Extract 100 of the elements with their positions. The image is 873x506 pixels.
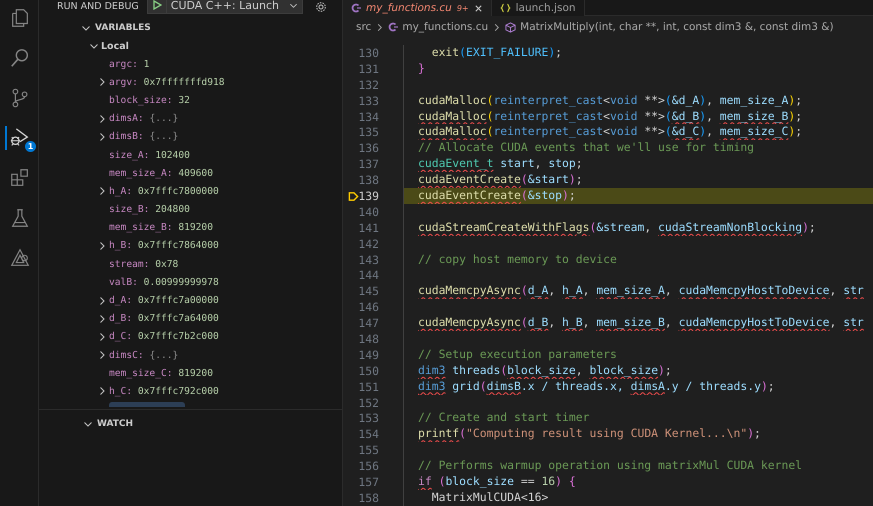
- variable-entry[interactable]: h_C: 0x7fffc792c000: [109, 386, 219, 397]
- variable-entry[interactable]: mem_size_C: 819200: [109, 368, 213, 379]
- line-number: 141: [358, 220, 379, 235]
- line-number: 148: [358, 332, 379, 346]
- code-line: // Allocate CUDA events that we'll use for timing: [403, 140, 873, 156]
- chevron-icon[interactable]: [97, 114, 107, 124]
- variable-entry[interactable]: size_B: 204800: [109, 204, 190, 216]
- line-number: 138: [358, 173, 379, 188]
- line-number: 139: [358, 188, 379, 203]
- line-number: 155: [358, 443, 379, 458]
- code-line: // Performs warmup operation using matrixMul CUDA kernel: [403, 458, 873, 474]
- scope-label: Local: [101, 40, 129, 52]
- variable-entry[interactable]: valB: 0.00999999978: [109, 276, 219, 288]
- line-number: 135: [358, 125, 379, 140]
- line-number: 137: [358, 157, 379, 172]
- line-number: 131: [358, 62, 379, 76]
- code-line: MatrixMulCUDA<16>: [403, 490, 873, 506]
- line-number: 151: [358, 380, 379, 394]
- variable-entry[interactable]: dimsB: {...}: [109, 131, 178, 142]
- variable-entry[interactable]: d_B: 0x7fffc7a64000: [109, 313, 219, 324]
- chevron-icon[interactable]: [97, 386, 107, 396]
- variable-entry[interactable]: argc: 1: [109, 58, 150, 70]
- variable-entry[interactable]: block_size: 32: [109, 94, 190, 106]
- launch-config-picker[interactable]: CUDA C++: Launch: [146, 0, 303, 14]
- line-number: 157: [358, 474, 379, 489]
- variable-entry[interactable]: stream: 0x78: [109, 258, 178, 270]
- code-line: cudaMalloc(reinterpret_cast<void **>(&d_C), mem_size_C);: [403, 124, 873, 140]
- chevron-icon[interactable]: [97, 350, 107, 360]
- line-number: 149: [358, 348, 379, 362]
- close-icon[interactable]: [474, 4, 483, 12]
- chevron-icon[interactable]: [81, 23, 91, 33]
- chevron-icon[interactable]: [97, 332, 107, 342]
- line-number: 136: [358, 141, 379, 156]
- scrollbar-thumb[interactable]: [109, 402, 185, 407]
- variable-entry[interactable]: h_B: 0x7fffc7864000: [109, 240, 219, 252]
- line-number: 146: [358, 300, 379, 314]
- code-line: cudaStreamCreateWithFlags(&stream, cudaStreamNonBlocking);: [403, 220, 873, 236]
- variable-entry[interactable]: h_A: 0x7fffc7800000: [109, 186, 219, 197]
- chevron-icon[interactable]: [97, 240, 107, 251]
- code-line: exit(EXIT_FAILURE);: [403, 45, 873, 61]
- code-line: // Setup execution parameters: [403, 346, 873, 363]
- play-icon[interactable]: [152, 0, 162, 10]
- config-name: CUDA C++: Launch: [166, 0, 302, 13]
- line-number: 150: [358, 364, 379, 378]
- code-line: if (block_size == 16) {: [403, 474, 873, 490]
- code-line: dim3 threads(block_size, block_size);: [403, 362, 873, 379]
- line-number: 153: [358, 411, 379, 426]
- variable-entry[interactable]: size_A: 102400: [109, 150, 190, 161]
- line-number: 132: [358, 78, 379, 92]
- line-number: 134: [358, 110, 379, 124]
- chevron-right-icon: [492, 22, 502, 32]
- line-number: 143: [358, 252, 379, 267]
- c-file-icon: [351, 3, 361, 13]
- breadcrumb-item[interactable]: my_functions.cu: [402, 21, 488, 33]
- line-number: 133: [358, 94, 379, 108]
- line-number: 142: [358, 236, 379, 251]
- code-line: dim3 grid(dimsB.x / threads.x, dimsA.y / threads.y);: [403, 378, 873, 395]
- code-line: cudaMemcpyAsync(d_A, h_A, mem_size_A, cudaMemcpyHostToDevice, str: [403, 283, 873, 300]
- breadcrumb-item[interactable]: src: [356, 21, 372, 33]
- section-title: VARIABLES: [95, 23, 151, 33]
- code-line: printf("Computing result using CUDA Kernel...\n");: [403, 426, 873, 442]
- chevron-icon[interactable]: [97, 314, 107, 324]
- line-number: 144: [358, 268, 379, 282]
- line-number: 140: [358, 204, 379, 219]
- variable-entry[interactable]: argv: 0x7fffffffd918: [109, 76, 225, 88]
- breadcrumb-item[interactable]: MatrixMultiply(int, char **, int, const dim3 &, const dim3 &): [520, 21, 834, 33]
- line-number: 158: [358, 490, 379, 505]
- line-number: 156: [358, 459, 379, 474]
- variable-entry[interactable]: mem_size_B: 819200: [109, 222, 213, 234]
- debug-pointer-icon: [348, 190, 359, 202]
- code-line: // copy host memory to device: [403, 252, 873, 268]
- chevron-right-icon: [375, 22, 384, 32]
- panel-title: RUN AND DEBUG: [57, 1, 139, 12]
- code-line: cudaMemcpyAsync(d_B, h_B, mem_size_B, cudaMemcpyHostToDevice, str: [403, 315, 873, 332]
- variable-entry[interactable]: d_A: 0x7fffc7a00000: [109, 295, 219, 306]
- variable-entry[interactable]: mem_size_A: 409600: [109, 168, 213, 179]
- editor-tab[interactable]: my_functions.cu 9+: [343, 0, 492, 16]
- chevron-icon[interactable]: [89, 41, 99, 51]
- line-number: 145: [358, 284, 379, 298]
- notification-badge: 1: [25, 141, 36, 152]
- line-number: 130: [358, 46, 379, 60]
- code-line: // Create and start timer: [403, 410, 873, 426]
- variable-entry[interactable]: dimsA: {...}: [109, 113, 178, 124]
- code-line: }: [403, 60, 873, 77]
- chevron-icon[interactable]: [83, 419, 93, 429]
- chevron-icon[interactable]: [97, 186, 107, 196]
- section-title: WATCH: [97, 419, 134, 429]
- cube-icon: [505, 22, 516, 32]
- line-number: 152: [358, 396, 379, 410]
- variable-entry[interactable]: d_C: 0x7fffc7b2c000: [109, 331, 219, 342]
- code-line: cudaMalloc(reinterpret_cast<void **>(&d_A), mem_size_A);: [403, 92, 873, 109]
- chevron-icon[interactable]: [97, 77, 107, 88]
- c-file-icon: [388, 22, 398, 32]
- settings-icon[interactable]: [314, 0, 327, 12]
- braces-icon: [500, 3, 511, 13]
- code-line: cudaEvent_t start, stop;: [403, 156, 873, 172]
- chevron-icon[interactable]: [97, 296, 107, 306]
- line-number: 147: [358, 316, 379, 330]
- chevron-icon[interactable]: [97, 132, 107, 142]
- variable-entry[interactable]: dimsC: {...}: [109, 350, 178, 361]
